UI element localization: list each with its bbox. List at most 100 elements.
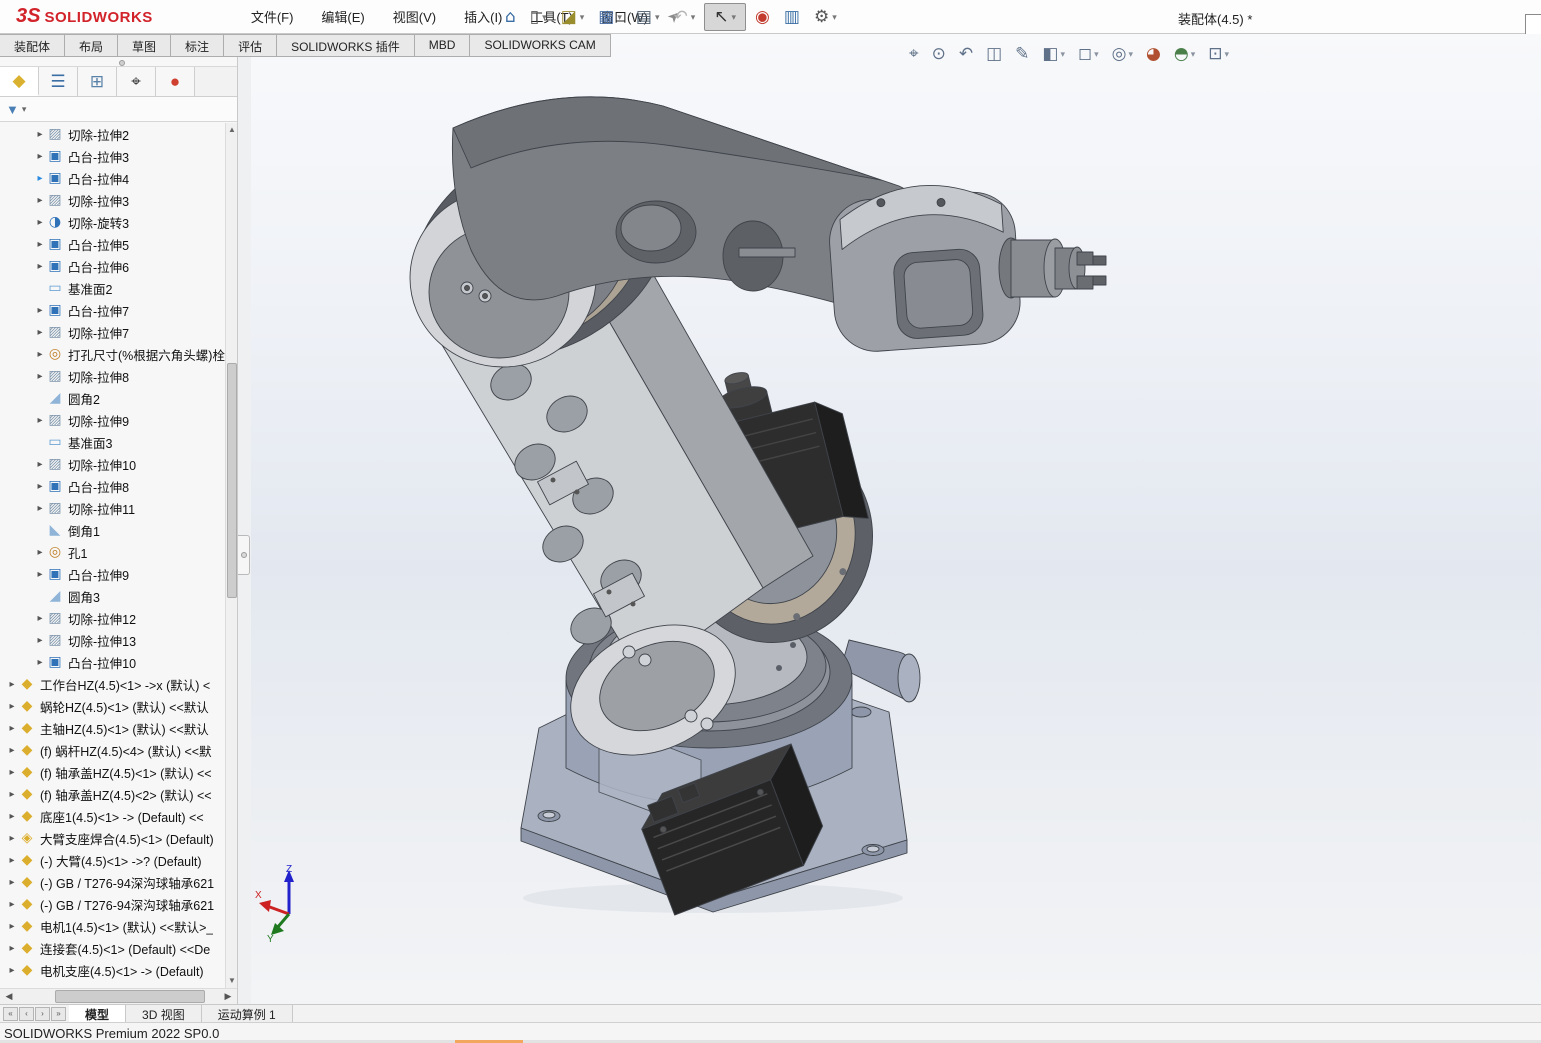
- expand-arrow[interactable]: ▸: [34, 459, 46, 470]
- dropdown-caret[interactable]: ▾: [1191, 49, 1196, 60]
- tab-nav-button[interactable]: «: [3, 1006, 18, 1021]
- expand-arrow[interactable]: ▸: [34, 415, 46, 426]
- expand-arrow[interactable]: ▸: [6, 811, 18, 822]
- hole-wizard-row-or-icon-host[interactable]: ▸ ◎ 孔1: [0, 541, 225, 563]
- cut-extrude-row-or-icon-host[interactable]: ▸ ▨ 切除-拉伸3: [0, 189, 225, 211]
- dropdown-caret[interactable]: ▾: [1060, 49, 1065, 60]
- tree-vertical-scrollbar[interactable]: ▲ ▼: [225, 123, 237, 988]
- expand-arrow[interactable]: ▸: [34, 569, 46, 580]
- chamfer-row-or-icon-host[interactable]: ▸ ◣ 倒角1: [0, 519, 225, 541]
- expand-arrow[interactable]: ▸: [6, 789, 18, 800]
- commandmanager-tab[interactable]: SOLIDWORKS 插件: [277, 34, 415, 57]
- section-view[interactable]: ◫ ▾: [983, 42, 1005, 66]
- home[interactable]: ⌂ ▾: [500, 4, 521, 30]
- open-folder[interactable]: ◪ ▾: [556, 4, 590, 30]
- dropdown-caret[interactable]: ▾: [832, 12, 837, 23]
- dropdown-caret[interactable]: ▾: [617, 12, 622, 23]
- dropdown-caret[interactable]: ▾: [1128, 49, 1133, 60]
- expand-arrow[interactable]: ▸: [34, 349, 46, 360]
- expand-arrow[interactable]: ▸: [34, 547, 46, 558]
- cut-extrude-row-or-icon-host[interactable]: ▸ ▨ 切除-拉伸8: [0, 365, 225, 387]
- expand-arrow[interactable]: ▸: [6, 855, 18, 866]
- display-style[interactable]: ◻ ▾: [1075, 42, 1102, 66]
- expand-arrow[interactable]: ▸: [34, 305, 46, 316]
- scroll-thumb[interactable]: [55, 990, 205, 1003]
- dropdown-caret[interactable]: ▾: [691, 12, 696, 23]
- menu-item[interactable]: 文件(F): [237, 1, 308, 32]
- fillet-row-or-icon-host[interactable]: ▸ ◢ 圆角2: [0, 387, 225, 409]
- expand-arrow[interactable]: ▸: [6, 745, 18, 756]
- commandmanager-tab[interactable]: 评估: [224, 34, 278, 57]
- document-tab[interactable]: 模型: [69, 1005, 127, 1022]
- settings-gear[interactable]: ⚙ ▾: [809, 4, 842, 30]
- displaymanager-tab[interactable]: ●: [156, 67, 195, 96]
- expand-arrow[interactable]: ▸: [6, 723, 18, 734]
- print[interactable]: ▤ ▾: [631, 4, 665, 30]
- dropdown-caret[interactable]: ▾: [655, 12, 660, 23]
- dropdown-caret[interactable]: ▾: [732, 12, 737, 23]
- cut-extrude-row-or-icon-host[interactable]: ▸ ▨ 切除-拉伸7: [0, 321, 225, 343]
- dropdown-caret[interactable]: ▾: [542, 12, 547, 23]
- cut-extrude-row-or-icon-host[interactable]: ▸ ▨ 切除-拉伸12: [0, 607, 225, 629]
- scroll-left-icon[interactable]: ◀: [2, 989, 16, 1004]
- select-cursor[interactable]: ↖ ▾: [704, 3, 747, 31]
- boss-extrude-row-or-icon-host[interactable]: ▸ ▣ 凸台-拉伸5: [0, 233, 225, 255]
- expand-arrow[interactable]: ▸: [6, 679, 18, 690]
- weldment-component-row-or-icon-host[interactable]: ▸ ◈ 大臂支座焊合(4.5)<1> (Default): [0, 827, 225, 849]
- document-tab[interactable]: 运动算例 1: [201, 1005, 293, 1022]
- expand-arrow[interactable]: ▸: [6, 877, 18, 888]
- expand-arrow[interactable]: ▸: [6, 833, 18, 844]
- expand-arrow[interactable]: ▸: [34, 239, 46, 250]
- view-settings[interactable]: ⊡ ▾: [1205, 42, 1232, 66]
- filter-funnel-icon[interactable]: ▼: [6, 102, 19, 117]
- component-row-or-icon-host[interactable]: ▸ ◆ (f) 蜗杆HZ(4.5)<4> (默认) <<默: [0, 739, 225, 761]
- menu-item[interactable]: 编辑(E): [307, 1, 378, 32]
- expand-arrow[interactable]: ▸: [6, 921, 18, 932]
- scroll-right-icon[interactable]: ▶: [221, 989, 235, 1004]
- revolve-cut-row-or-icon-host[interactable]: ▸ ◑ 切除-旋转3: [0, 211, 225, 233]
- tab-nav-button[interactable]: ›: [35, 1006, 50, 1021]
- expand-arrow[interactable]: ▸: [34, 657, 46, 668]
- properties-list[interactable]: ▥ ▾: [779, 4, 805, 30]
- cut-extrude-row-or-icon-host[interactable]: ▸ ▨ 切除-拉伸13: [0, 629, 225, 651]
- fillet-row-or-icon-host[interactable]: ▸ ◢ 圆角3: [0, 585, 225, 607]
- expand-arrow[interactable]: ▸: [6, 943, 18, 954]
- scroll-down-icon[interactable]: ▼: [226, 974, 238, 988]
- commandmanager-tab[interactable]: 布局: [65, 34, 119, 57]
- commandmanager-tab[interactable]: 标注: [171, 34, 225, 57]
- panel-divider[interactable]: [238, 57, 251, 1004]
- expand-arrow[interactable]: ▸: [6, 899, 18, 910]
- undo[interactable]: ↶ ▾: [668, 4, 700, 30]
- edit-appearance[interactable]: ◕ ▾: [1143, 42, 1164, 66]
- expand-arrow[interactable]: ▸: [34, 173, 46, 184]
- component-row-or-icon-host[interactable]: ▸ ◆ 工作台HZ(4.5)<1> ->x (默认) <: [0, 673, 225, 695]
- panel-splitter[interactable]: [0, 57, 237, 67]
- dropdown-caret[interactable]: ▾: [1094, 49, 1099, 60]
- hole-wizard-row-or-icon-host[interactable]: ▸ ◎ 打孔尺寸(%根据六角头螺)栓: [0, 343, 225, 365]
- tree-horizontal-scrollbar[interactable]: ◀ ▶: [0, 988, 237, 1004]
- commandmanager-tab[interactable]: SOLIDWORKS CAM: [470, 34, 611, 57]
- component-row-or-icon-host[interactable]: ▸ ◆ (-) GB / T276-94深沟球轴承621: [0, 893, 225, 915]
- expand-arrow[interactable]: ▸: [34, 503, 46, 514]
- cut-extrude-row-or-icon-host[interactable]: ▸ ▨ 切除-拉伸2: [0, 123, 225, 145]
- expand-arrow[interactable]: ▸: [34, 261, 46, 272]
- view-orientation[interactable]: ◧ ▾: [1039, 42, 1068, 66]
- component-row-or-icon-host[interactable]: ▸ ◆ 蜗轮HZ(4.5)<1> (默认) <<默认: [0, 695, 225, 717]
- robot-arm-model[interactable]: [251, 34, 1541, 1004]
- cut-extrude-row-or-icon-host[interactable]: ▸ ▨ 切除-拉伸10: [0, 453, 225, 475]
- boss-extrude-row-or-icon-host[interactable]: ▸ ▣ 凸台-拉伸9: [0, 563, 225, 585]
- expand-arrow[interactable]: ▸: [34, 371, 46, 382]
- hide-show-items[interactable]: ◎ ▾: [1109, 42, 1136, 66]
- expand-arrow[interactable]: ▸: [34, 129, 46, 140]
- graphics-viewport[interactable]: ⌖ ▾ ⊙ ▾ ↶ ▾ ◫ ▾ ✎ ▾ ◧ ▾ ◻: [250, 34, 1541, 1004]
- dropdown-caret[interactable]: ▾: [580, 12, 585, 23]
- tab-nav-button[interactable]: »: [51, 1006, 66, 1021]
- commandmanager-tab[interactable]: 装配体: [0, 34, 66, 57]
- expand-arrow[interactable]: ▸: [34, 635, 46, 646]
- divider-handle[interactable]: [238, 535, 250, 575]
- cut-extrude-row-or-icon-host[interactable]: ▸ ▨ 切除-拉伸9: [0, 409, 225, 431]
- component-row-or-icon-host[interactable]: ▸ ◆ (-) 大臂(4.5)<1> ->? (Default): [0, 849, 225, 871]
- boss-extrude-row-or-icon-host[interactable]: ▸ ▣ 凸台-拉伸3: [0, 145, 225, 167]
- expand-arrow[interactable]: ▸: [6, 965, 18, 976]
- menu-item[interactable]: 视图(V): [379, 1, 450, 32]
